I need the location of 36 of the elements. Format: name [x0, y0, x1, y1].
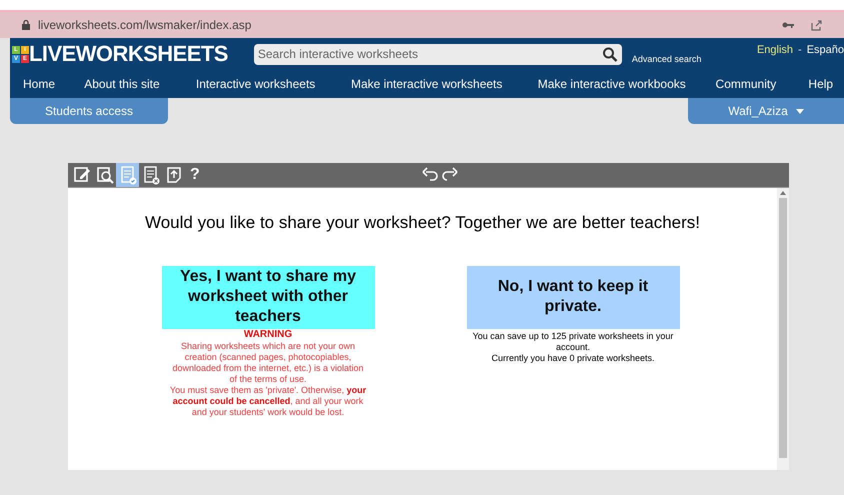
caret-icon [796, 108, 804, 114]
nav-link[interactable]: Home [10, 75, 84, 93]
keep-private-button[interactable]: No, I want to keep it private. [466, 266, 680, 328]
private-note: You can save up to 125 private worksheets in your account. [472, 330, 674, 352]
private-note: Currently you have 0 private worksheets. [491, 352, 655, 364]
warning-text: You must save them as 'private'. Otherwise, your account could be cancelled, and all your work and your students' work would be lost. [169, 384, 367, 418]
lock-icon [22, 20, 30, 30]
share-button[interactable]: Yes, I want to share my worksheet with other teachers [162, 266, 374, 328]
logo-text: LIVEWORKSHEETS [29, 43, 228, 65]
nav-link[interactable]: Make interactive workbooks [538, 75, 716, 93]
advanced-search-link[interactable]: Advanced search [632, 52, 702, 66]
help-button[interactable]: ? [190, 163, 200, 187]
url-text[interactable]: liveworksheets.com/lwsmaker/index.asp [38, 16, 252, 34]
search-field[interactable]: Search interactive worksheets [254, 44, 598, 64]
undo-icon[interactable] [421, 166, 439, 182]
redo-icon[interactable] [441, 166, 459, 182]
user-menu[interactable]: Wafi_Aziza [688, 98, 844, 124]
nav-link[interactable]: Community [716, 75, 808, 93]
language-link[interactable]: English [756, 42, 794, 58]
warning-title: WARNING [244, 328, 292, 340]
share-question: Would you like to share your worksheet? Together we are better teachers! [144, 212, 700, 234]
scroll-up-icon[interactable] [780, 191, 786, 195]
nav-link[interactable]: Make interactive worksheets [351, 75, 538, 93]
warning-text: Sharing worksheets which are not your own creation (scanned pages, photocopiables, downloaded from the internet, etc.) is a violation of the terms of use. [171, 340, 365, 384]
students-access-tab[interactable]: Students access [10, 98, 168, 124]
search-icon[interactable] [598, 44, 622, 64]
nav-link[interactable]: About this site [84, 75, 196, 93]
edit-icon [72, 165, 92, 185]
share-icon[interactable] [810, 19, 822, 31]
nav-link[interactable]: Interactive worksheets [196, 75, 351, 93]
language-link[interactable]: Españo [806, 42, 844, 58]
username: Wafi_Aziza [728, 103, 788, 120]
separator: - [798, 43, 802, 58]
key-icon[interactable] [782, 21, 794, 29]
nav-link[interactable]: Help [808, 75, 844, 93]
scrollbar[interactable] [777, 188, 789, 470]
